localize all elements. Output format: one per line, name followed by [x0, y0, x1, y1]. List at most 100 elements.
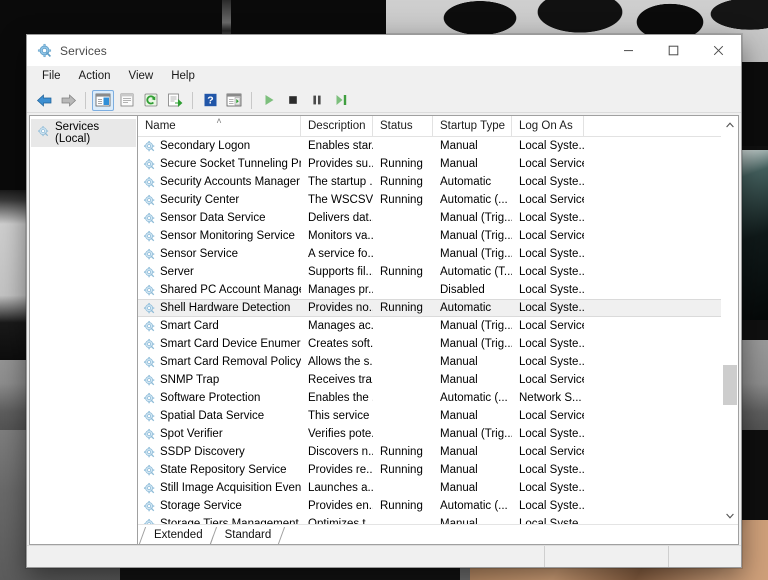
cell-logon: Local Syste...: [512, 284, 584, 296]
cell-desc: A service fo...: [301, 248, 373, 260]
table-row[interactable]: State Repository ServiceProvides re...Ru…: [138, 461, 721, 479]
cell-logon: Local Syste...: [512, 248, 584, 260]
cell-status: Running: [373, 158, 433, 170]
cell-name: Spot Verifier: [138, 428, 301, 441]
cell-startup: Manual: [433, 482, 512, 494]
table-row[interactable]: SSDP DiscoveryDiscovers n...RunningManua…: [138, 443, 721, 461]
maximize-button[interactable]: [651, 35, 696, 66]
table-row[interactable]: Smart Card Device Enumera...Creates soft…: [138, 335, 721, 353]
column-header-description[interactable]: Description: [301, 116, 373, 136]
cell-logon: Local Syste...: [512, 302, 584, 314]
cell-logon: Local Syste...: [512, 338, 584, 350]
services-gear-icon: [143, 338, 156, 351]
table-row[interactable]: Shell Hardware DetectionProvides no...Ru…: [138, 299, 721, 317]
cell-name: Sensor Monitoring Service: [138, 230, 301, 243]
cell-desc: Discovers n...: [301, 446, 373, 458]
stop-service-icon[interactable]: [282, 90, 304, 111]
table-row[interactable]: Security Accounts ManagerThe startup ...…: [138, 173, 721, 191]
table-row[interactable]: Smart CardManages ac...Manual (Trig...Lo…: [138, 317, 721, 335]
cell-startup: Manual: [433, 140, 512, 152]
cell-status: Running: [373, 194, 433, 206]
close-button[interactable]: [696, 35, 741, 66]
table-row[interactable]: Sensor Data ServiceDelivers dat...Manual…: [138, 209, 721, 227]
table-row[interactable]: SNMP TrapReceives tra...ManualLocal Serv…: [138, 371, 721, 389]
tab-standard[interactable]: Standard: [213, 527, 282, 544]
back-icon[interactable]: [33, 90, 55, 111]
list-vertical-scrollbar[interactable]: [721, 116, 738, 524]
table-row[interactable]: Storage ServiceProvides en...RunningAuto…: [138, 497, 721, 515]
menu-file[interactable]: File: [33, 68, 70, 86]
table-row[interactable]: Sensor ServiceA service fo... Manual (Tri…: [138, 245, 721, 263]
services-gear-icon: [143, 212, 156, 225]
service-name-label: Storage Service: [160, 500, 242, 512]
table-row[interactable]: Sensor Monitoring ServiceMonitors va...M…: [138, 227, 721, 245]
services-gear-icon: [143, 392, 156, 405]
scrollbar-track[interactable]: [722, 133, 738, 507]
services-gear-icon: [143, 176, 156, 189]
tree-item-services-local[interactable]: Services (Local): [31, 119, 136, 147]
properties-icon[interactable]: [116, 90, 138, 111]
window-controls: [606, 35, 741, 66]
service-name-label: Spatial Data Service: [160, 410, 264, 422]
cell-status: Running: [373, 302, 433, 314]
tab-extended[interactable]: Extended: [142, 527, 213, 544]
table-row[interactable]: Spatial Data ServiceThis service ...Manu…: [138, 407, 721, 425]
menu-help[interactable]: Help: [162, 68, 204, 86]
table-row[interactable]: Software ProtectionEnables the ...Automa…: [138, 389, 721, 407]
forward-icon[interactable]: [57, 90, 79, 111]
list-header-row: Name ˄ Description Status Startup Type L…: [138, 116, 721, 137]
services-gear-icon: [143, 158, 156, 171]
services-gear-icon: [143, 410, 156, 423]
cell-startup: Automatic: [433, 302, 512, 314]
cell-name: Shell Hardware Detection: [138, 302, 301, 315]
column-header-startup-type[interactable]: Startup Type: [433, 116, 512, 136]
scrollbar-thumb[interactable]: [723, 365, 737, 405]
column-header-log-on-as[interactable]: Log On As: [512, 116, 584, 136]
menu-view[interactable]: View: [120, 68, 163, 86]
status-bar-panel-3: [669, 546, 741, 567]
cell-desc: Monitors va...: [301, 230, 373, 242]
export-list-icon[interactable]: [164, 90, 186, 111]
services-gear-icon: [143, 356, 156, 369]
cell-status: Running: [373, 176, 433, 188]
table-row[interactable]: ServerSupports fil...RunningAutomatic (T…: [138, 263, 721, 281]
table-row[interactable]: Secondary LogonEnables star...ManualLoca…: [138, 137, 721, 155]
cell-name: Software Protection: [138, 392, 301, 405]
service-name-label: Spot Verifier: [160, 428, 223, 440]
table-row[interactable]: Still Image Acquisition EventsLaunches a…: [138, 479, 721, 497]
show-hide-action-pane-icon[interactable]: [223, 90, 245, 111]
services-window: Services File Action View Help: [26, 34, 742, 568]
minimize-button[interactable]: [606, 35, 651, 66]
pause-service-icon[interactable]: [306, 90, 328, 111]
cell-name: Security Accounts Manager: [138, 176, 301, 189]
table-row[interactable]: Shared PC Account ManagerManages pr...Di…: [138, 281, 721, 299]
table-row[interactable]: Smart Card Removal PolicyAllows the s...…: [138, 353, 721, 371]
cell-startup: Manual (Trig...: [433, 248, 512, 260]
cell-name: Secondary Logon: [138, 140, 301, 153]
cell-logon: Local Syste...: [512, 482, 584, 494]
table-row[interactable]: Spot VerifierVerifies pote...Manual (Tri…: [138, 425, 721, 443]
service-name-label: Security Accounts Manager: [160, 176, 300, 188]
show-hide-console-tree-icon[interactable]: [92, 90, 114, 111]
scroll-down-button[interactable]: [722, 507, 738, 524]
cell-logon: Local Service: [512, 320, 584, 332]
window-body: Services (Local) Name ˄ Description Stat…: [27, 113, 741, 545]
table-row[interactable]: Security CenterThe WSCSV...RunningAutoma…: [138, 191, 721, 209]
start-service-icon[interactable]: [258, 90, 280, 111]
table-row[interactable]: Secure Socket Tunneling Pr...Provides su…: [138, 155, 721, 173]
service-name-label: Secure Socket Tunneling Pr...: [160, 158, 301, 170]
cell-desc: Manages pr...: [301, 284, 373, 296]
title-bar[interactable]: Services: [27, 35, 741, 66]
column-header-name[interactable]: Name ˄: [138, 116, 301, 136]
refresh-icon[interactable]: [140, 90, 162, 111]
cell-name: Sensor Service: [138, 248, 301, 261]
cell-name: Smart Card Device Enumera...: [138, 338, 301, 351]
services-gear-icon: [143, 284, 156, 297]
help-icon[interactable]: ?: [199, 90, 221, 111]
table-row[interactable]: Storage Tiers ManagementOptimizes t...Ma…: [138, 515, 721, 524]
menu-action[interactable]: Action: [70, 68, 120, 86]
services-list-rows: Secondary LogonEnables star...ManualLoca…: [138, 137, 721, 524]
scroll-up-button[interactable]: [722, 116, 738, 133]
restart-service-icon[interactable]: [330, 90, 352, 111]
column-header-status[interactable]: Status: [373, 116, 433, 136]
